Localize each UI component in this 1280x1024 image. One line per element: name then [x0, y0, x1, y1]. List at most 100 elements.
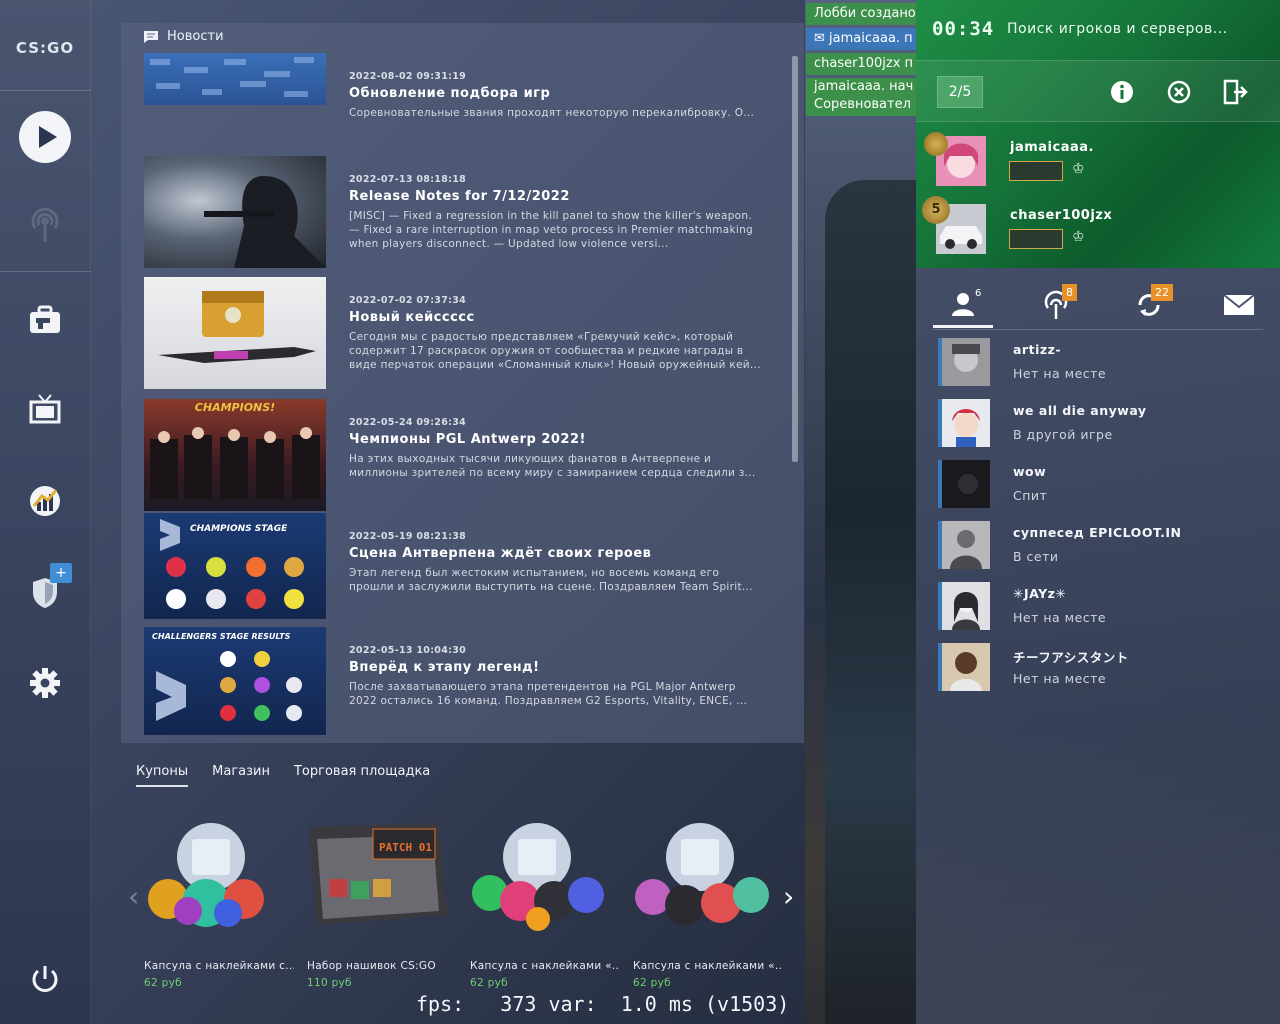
- tab-broadcast[interactable]: 8: [1026, 282, 1086, 328]
- store-item[interactable]: Капсула с наклейками «... 62 руб: [462, 815, 620, 1005]
- friend-row[interactable]: ✳JAYz✳ Нет на месте: [938, 582, 1258, 634]
- avatar: [938, 643, 990, 691]
- medal-icon: ♔: [1072, 229, 1085, 245]
- news-item[interactable]: CHAMPIONS! 2022-05-24 09:26:34 Чемпионы …: [144, 399, 784, 513]
- news-item[interactable]: CHAMPIONS STAGE 2022-05-19 08:21:38 Сцен…: [144, 513, 784, 627]
- friend-row[interactable]: wow Спит: [938, 460, 1258, 512]
- cancel-search-icon[interactable]: [1166, 79, 1192, 105]
- friend-row[interactable]: суппесед EPICLOOT.IN В сети: [938, 521, 1258, 573]
- friend-row[interactable]: we all die anyway В другой игре: [938, 399, 1258, 451]
- lobby-note-text: jamaicaaa. п: [829, 31, 913, 46]
- friend-row[interactable]: チーフアシスタント Нет на месте: [938, 643, 1258, 695]
- nav-divider: [0, 90, 91, 91]
- store-item-name: Капсула с наклейками «...: [633, 960, 783, 972]
- stats-icon[interactable]: [20, 476, 70, 526]
- soldier-figure: [825, 180, 916, 1024]
- lobby-note: Лобби создано: [806, 3, 916, 25]
- tab-friends[interactable]: 6: [933, 282, 993, 328]
- friend-status: В сети: [1013, 549, 1059, 564]
- news-thumb: CHALLENGERS STAGE RESULTS: [144, 627, 326, 735]
- left-nav: CS:GO +: [0, 0, 91, 1024]
- friend-status: В другой игре: [1013, 427, 1113, 442]
- news-date: 2022-08-02 09:31:19: [349, 71, 467, 82]
- news-desc: Этап легенд был жестоким испытанием, но …: [349, 567, 753, 593]
- watch-tv-icon[interactable]: [20, 385, 70, 435]
- news-desc: [MISC] — Fixed a regression in the kill …: [349, 210, 754, 250]
- lobby-note: chaser100jzx п: [806, 53, 916, 75]
- news-title: Новый кейсcccc: [349, 310, 475, 325]
- lobby-note: jamaicaaa. нач Соревноватeл: [806, 78, 916, 116]
- tab-store[interactable]: Магазин: [212, 764, 270, 787]
- friend-name: チーフアシスタント: [1013, 650, 1129, 665]
- champions-stage-caption: CHAMPIONS STAGE: [190, 524, 288, 534]
- leave-lobby-icon[interactable]: [1222, 79, 1248, 105]
- friend-name: wow: [1013, 464, 1047, 479]
- power-icon[interactable]: [20, 954, 70, 1004]
- broadcast-badge: 8: [1062, 284, 1077, 301]
- inventory-icon[interactable]: [20, 295, 70, 345]
- friend-name: суппесед EPICLOOT.IN: [1013, 525, 1182, 540]
- friends-panel: 6 8 22 artizz- Нет на месте we all die a…: [916, 268, 1280, 1024]
- mail-icon: ✉: [814, 31, 825, 46]
- store-next-arrow-icon[interactable]: ›: [783, 880, 794, 913]
- store-item[interactable]: PATCH 01 Набор нашивок CS:GO 110 руб: [299, 815, 449, 1005]
- news-item[interactable]: 2022-07-13 08:18:18 Release Notes for 7/…: [144, 156, 784, 270]
- sticker-capsule-image: [136, 815, 286, 945]
- store-item[interactable]: Капсула с наклейками с... 62 руб: [136, 815, 294, 1005]
- friend-name: artizz-: [1013, 342, 1062, 357]
- news-item[interactable]: CHALLENGERS STAGE RESULTS 2022-05-13 10:…: [144, 627, 784, 741]
- member-name: chaser100jzx: [1010, 208, 1113, 223]
- news-thumb: [144, 156, 326, 268]
- news-desc: После захватывающего этапа претендентов …: [349, 681, 748, 707]
- avatar: [938, 521, 990, 569]
- tab-market[interactable]: Торговая площадка: [294, 764, 430, 787]
- background-scene: [805, 0, 916, 1024]
- play-button[interactable]: [19, 111, 71, 163]
- news-panel: Новости 2022-08-02 09:31:19 Обновление п…: [121, 23, 804, 743]
- search-status: Поиск игроков и серверов...: [1007, 21, 1228, 37]
- csgo-logo: CS:GO: [15, 39, 75, 57]
- news-date: 2022-05-13 10:04:30: [349, 645, 467, 656]
- info-icon[interactable]: [1109, 79, 1135, 105]
- sticker-capsule-image: [462, 815, 612, 945]
- news-title: Вперёд к этапу легенд!: [349, 660, 540, 675]
- friends-count: 6: [975, 288, 982, 299]
- store-item-name: Капсула с наклейками «...: [470, 960, 620, 972]
- fps-counter: fps: 373 var: 1.0 ms (v1503): [416, 992, 790, 1016]
- news-item[interactable]: 2022-07-02 07:37:34 Новый кейсcccc Сегод…: [144, 277, 784, 391]
- crown-icon: [924, 132, 948, 156]
- matchmaking-panel: 00:34 Поиск игроков и серверов... 2/5 ja…: [916, 0, 1280, 268]
- news-title: Сцена Антверпена ждёт своих героев: [349, 546, 652, 561]
- news-thumb: CHAMPIONS STAGE: [144, 513, 326, 619]
- party-member[interactable]: 5 chaser100jzx ♔: [916, 196, 1280, 260]
- rank-badge: [1009, 229, 1063, 249]
- store-item-price: 62 руб: [144, 977, 182, 989]
- news-title: Release Notes for 7/12/2022: [349, 189, 570, 204]
- tab-requests[interactable]: 22: [1119, 282, 1179, 328]
- requests-badge: 22: [1151, 284, 1173, 301]
- settings-gear-icon[interactable]: [20, 658, 70, 708]
- broadcast-icon[interactable]: [20, 200, 70, 250]
- avatar: [938, 460, 990, 508]
- news-header: Новости: [143, 29, 224, 44]
- plus-icon[interactable]: +: [50, 563, 72, 583]
- play-icon: [38, 126, 57, 148]
- store-item-name: Набор нашивок CS:GO: [307, 960, 436, 972]
- news-scrollbar[interactable]: [792, 56, 798, 462]
- news-item[interactable]: 2022-08-02 09:31:19 Обновление подбора и…: [144, 53, 784, 167]
- store-item-name: Капсула с наклейками с...: [144, 960, 294, 972]
- avatar: [938, 582, 990, 630]
- news-thumb: CHAMPIONS!: [144, 399, 326, 511]
- patch-label: PATCH 01: [379, 841, 432, 854]
- friend-row[interactable]: artizz- Нет на месте: [938, 338, 1258, 390]
- news-date: 2022-05-24 09:26:34: [349, 417, 467, 428]
- tab-mail[interactable]: [1209, 282, 1269, 328]
- store-item[interactable]: Капсула с наклейками «... 62 руб: [625, 815, 783, 1005]
- friend-name: we all die anyway: [1013, 403, 1147, 418]
- party-member[interactable]: jamaicaaa. ♔: [916, 128, 1280, 192]
- friend-status: Спит: [1013, 488, 1048, 503]
- friends-icon: [952, 292, 974, 316]
- champions-caption: CHAMPIONS!: [195, 401, 275, 414]
- member-name: jamaicaaa.: [1010, 140, 1094, 155]
- tab-coupons[interactable]: Купоны: [136, 764, 189, 787]
